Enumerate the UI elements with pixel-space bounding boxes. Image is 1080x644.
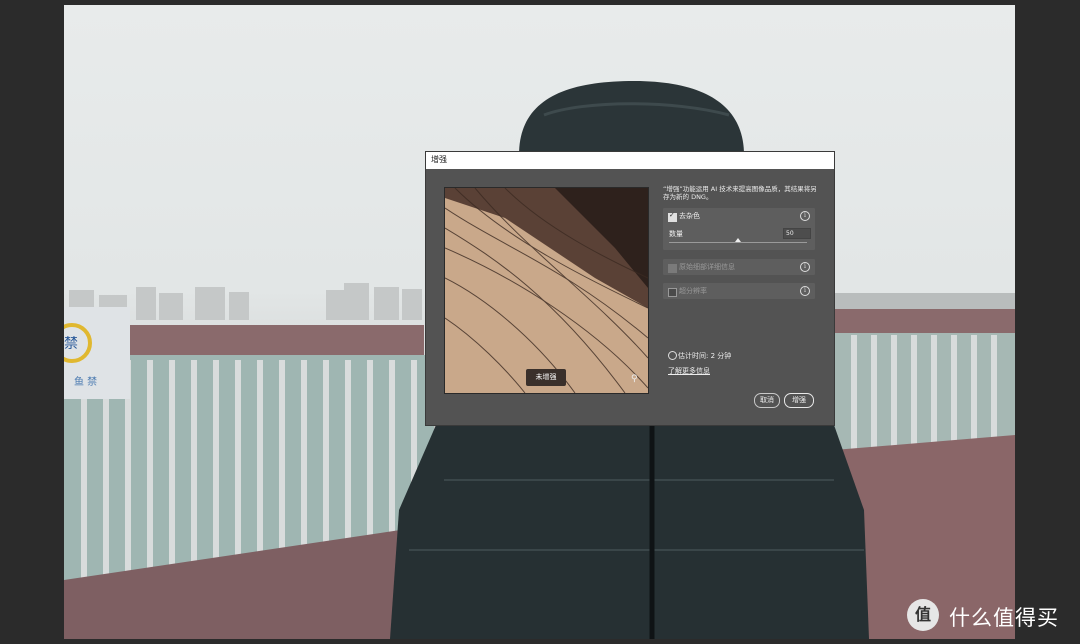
amount-slider-thumb[interactable] <box>735 238 741 242</box>
raw-details-panel: 原始细部详细信息 i <box>663 259 815 275</box>
watermark: 值 什么值得买 <box>907 599 1077 635</box>
amount-input[interactable]: 50 <box>783 228 811 239</box>
info-icon[interactable]: i <box>800 286 810 296</box>
denoise-panel: 去杂色 i 数量 50 <box>663 208 815 250</box>
raw-details-label: 原始细部详细信息 <box>679 263 735 271</box>
super-resolution-checkbox[interactable] <box>668 288 677 297</box>
info-icon[interactable]: i <box>800 262 810 272</box>
dialog-description: “增强”功能运用 AI 技术来提高图像品质，其结果将另存为新的 DNG。 <box>663 185 817 201</box>
app-canvas: { "dialog": { "title": "增强", "descriptio… <box>0 0 1080 644</box>
estimated-time: 估计时间: 2 分钟 <box>678 352 732 360</box>
enhance-button[interactable]: 增强 <box>784 393 814 408</box>
learn-more-link[interactable]: 了解更多信息 <box>668 366 710 376</box>
watermark-logo: 值 <box>907 599 939 631</box>
info-icon[interactable]: i <box>800 211 810 221</box>
preview-image[interactable]: 未增强 ⚲ <box>444 187 649 394</box>
dialog-titlebar[interactable]: 增强 <box>426 152 834 169</box>
denoise-label: 去杂色 <box>679 212 700 220</box>
magnifier-icon[interactable]: ⚲ <box>631 374 641 384</box>
denoise-checkbox[interactable] <box>668 211 677 222</box>
cancel-button[interactable]: 取消 <box>754 393 780 408</box>
not-enhanced-badge[interactable]: 未增强 <box>526 369 566 386</box>
dialog-title: 增强 <box>431 155 447 164</box>
hair-detail-image <box>445 188 648 393</box>
watermark-text: 什么值得买 <box>949 606 1059 630</box>
super-resolution-label: 超分辨率 <box>679 287 707 295</box>
raw-details-checkbox[interactable] <box>668 264 677 273</box>
super-resolution-panel: 超分辨率 i <box>663 283 815 299</box>
stopwatch-icon <box>668 351 677 360</box>
enhance-dialog: 增强 未增强 ⚲ “增强”功能运用 AI 技术来提高图像品质，其结果将另存为新的… <box>426 152 834 425</box>
amount-label: 数量 <box>669 230 683 238</box>
amount-slider-track[interactable] <box>669 238 807 243</box>
